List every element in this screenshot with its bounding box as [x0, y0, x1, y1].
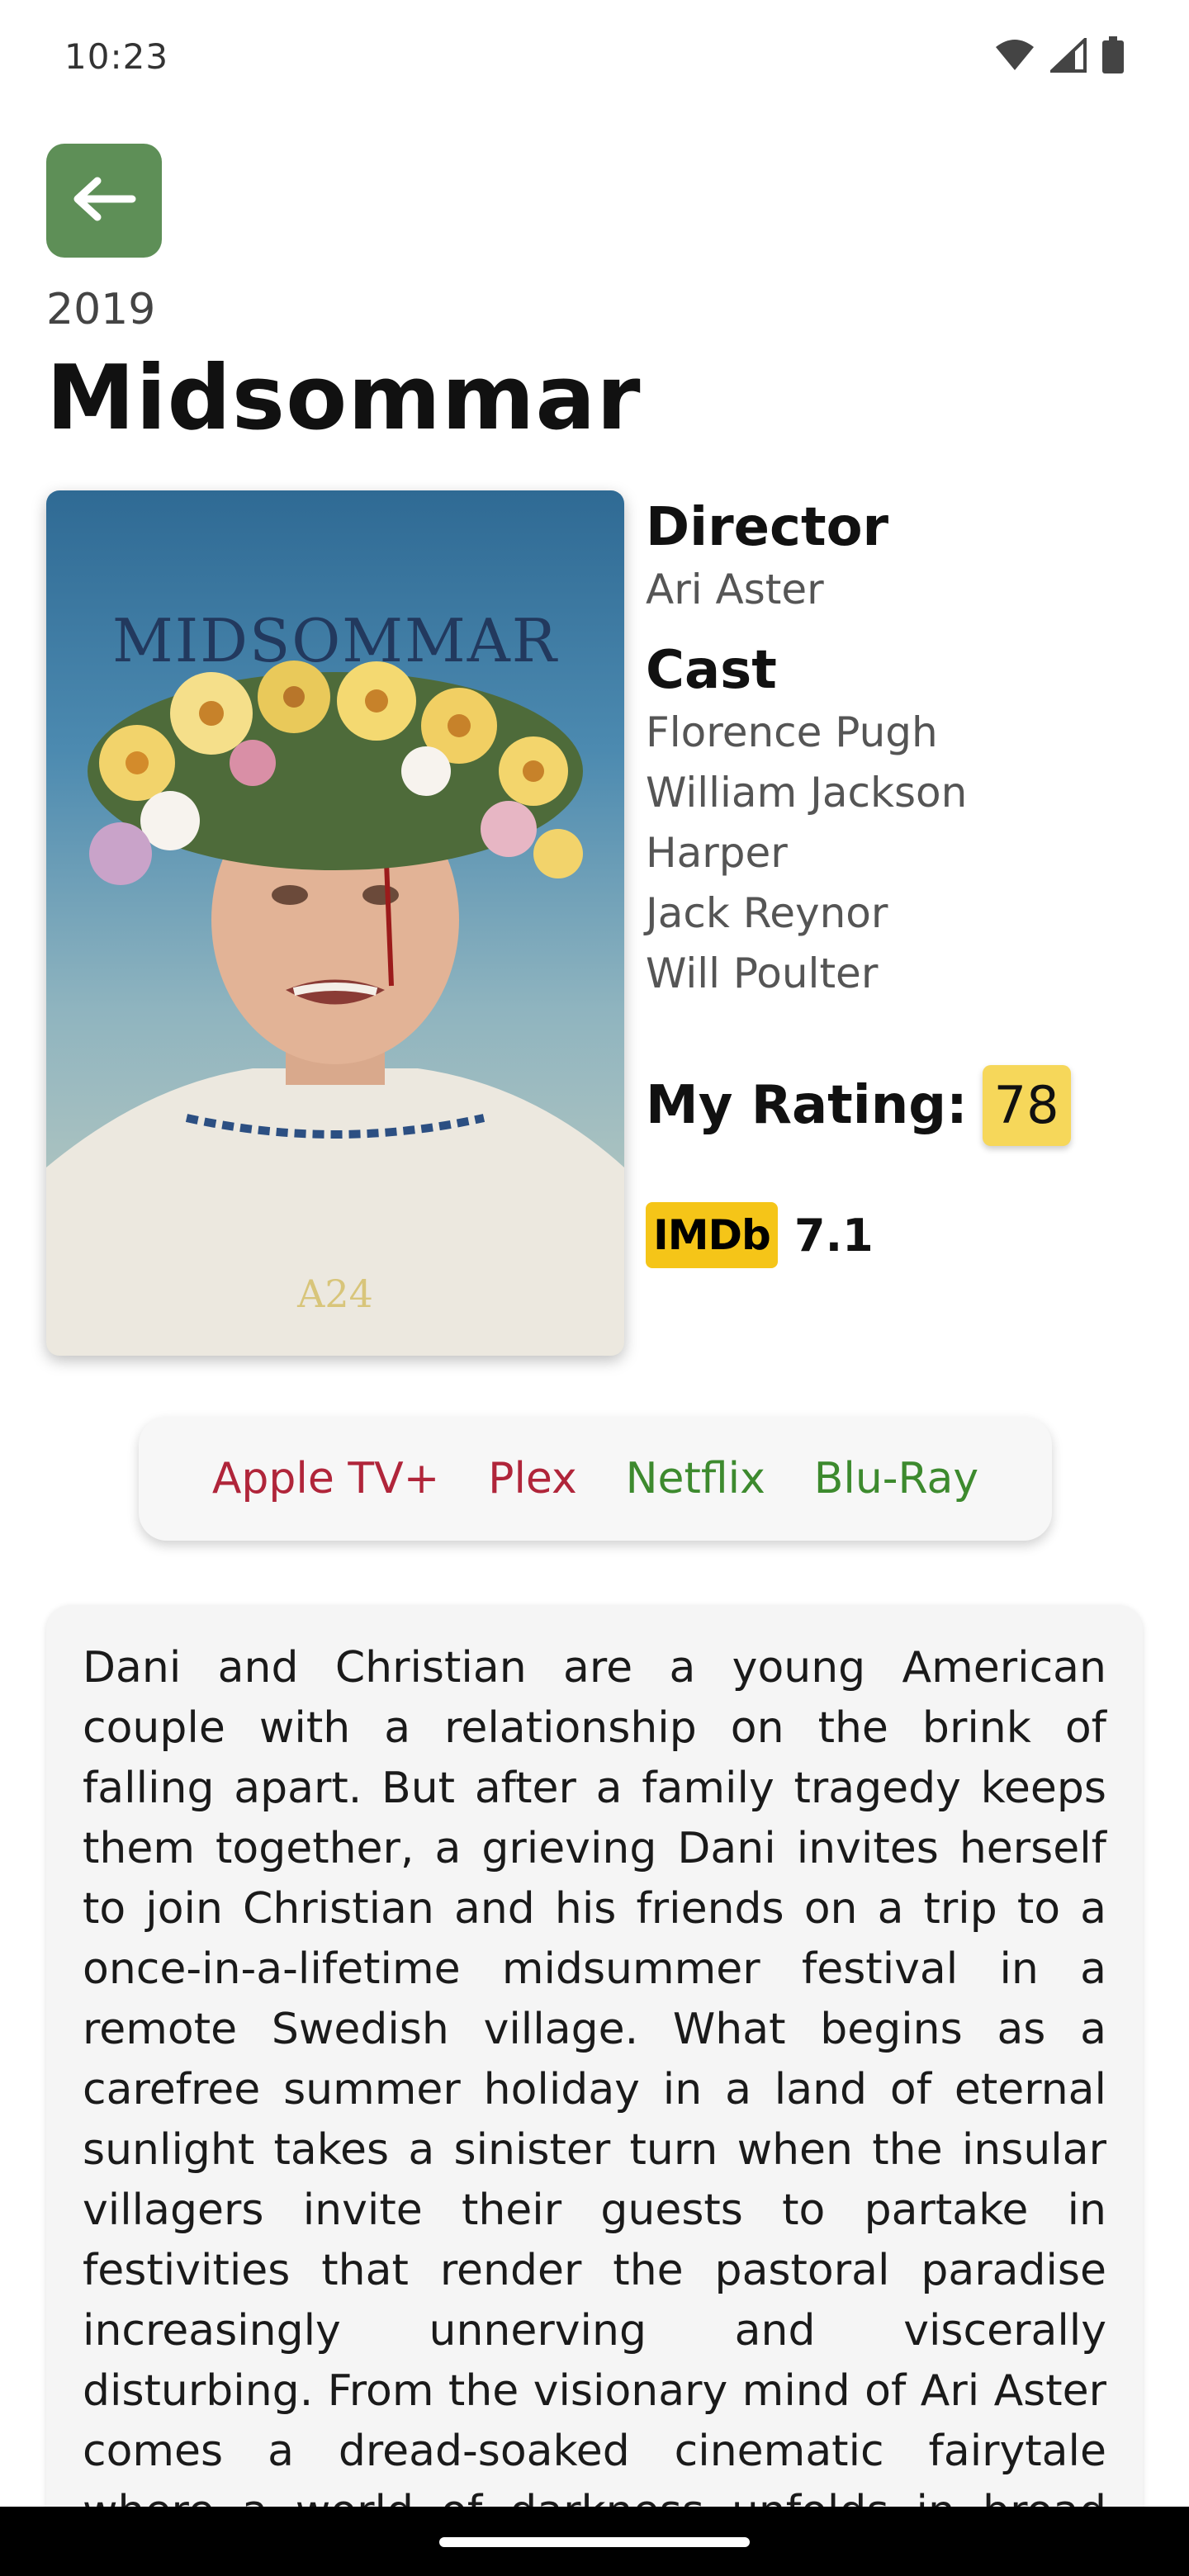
cast-member: William Jackson [646, 769, 968, 817]
navigation-bar [0, 2507, 1189, 2576]
battery-icon [1101, 36, 1125, 74]
arrow-left-icon [71, 174, 137, 227]
synopsis-card: Dani and Christian are a young American … [46, 1605, 1143, 2576]
director-section: Director Ari Aster [646, 495, 1158, 620]
service-plex[interactable]: Plex [488, 1454, 577, 1503]
service-blu-ray[interactable]: Blu-Ray [814, 1454, 978, 1503]
cast-heading: Cast [646, 640, 777, 701]
movie-info: Director Ari Aster Cast Florence Pugh Wi… [646, 495, 1158, 1004]
director-heading: Director [646, 497, 889, 558]
my-rating: My Rating: 78 [646, 1065, 1071, 1146]
signal-icon [1050, 38, 1087, 73]
cast-member: Florence Pugh [646, 708, 938, 756]
wifi-icon [994, 39, 1035, 72]
status-icons [994, 36, 1125, 74]
status-bar: 10:23 [0, 0, 1189, 116]
imdb-rating: IMDb 7.1 [646, 1202, 874, 1268]
cast-member: Harper [646, 829, 788, 877]
release-year: 2019 [46, 285, 156, 334]
service-apple-tv[interactable]: Apple TV+ [212, 1454, 439, 1503]
movie-title: Midsommar [46, 347, 642, 450]
cast-list: Florence Pugh William Jackson Harper Jac… [646, 703, 1158, 1004]
my-rating-badge[interactable]: 78 [982, 1065, 1071, 1146]
status-time: 10:23 [64, 36, 169, 77]
director-name: Ari Aster [646, 566, 824, 613]
movie-poster: MIDSOMMAR A24 [46, 490, 624, 1356]
poster-studio-text: A24 [297, 1271, 373, 1316]
imdb-score: 7.1 [794, 1209, 874, 1262]
home-gesture-handle[interactable] [439, 2537, 750, 2547]
cast-section: Cast Florence Pugh William Jackson Harpe… [646, 638, 1158, 1004]
streaming-services: Apple TV+ Plex Netflix Blu-Ray [139, 1417, 1052, 1541]
my-rating-label: My Rating: [646, 1075, 968, 1136]
cast-member: Jack Reynor [646, 889, 888, 937]
synopsis-text: Dani and Christian are a young American … [83, 1643, 1106, 2576]
service-netflix[interactable]: Netflix [626, 1454, 765, 1503]
poster-title-text: MIDSOMMAR [112, 606, 558, 675]
back-button[interactable] [46, 144, 162, 258]
imdb-logo: IMDb [646, 1202, 778, 1268]
cast-member: Will Poulter [646, 949, 879, 997]
